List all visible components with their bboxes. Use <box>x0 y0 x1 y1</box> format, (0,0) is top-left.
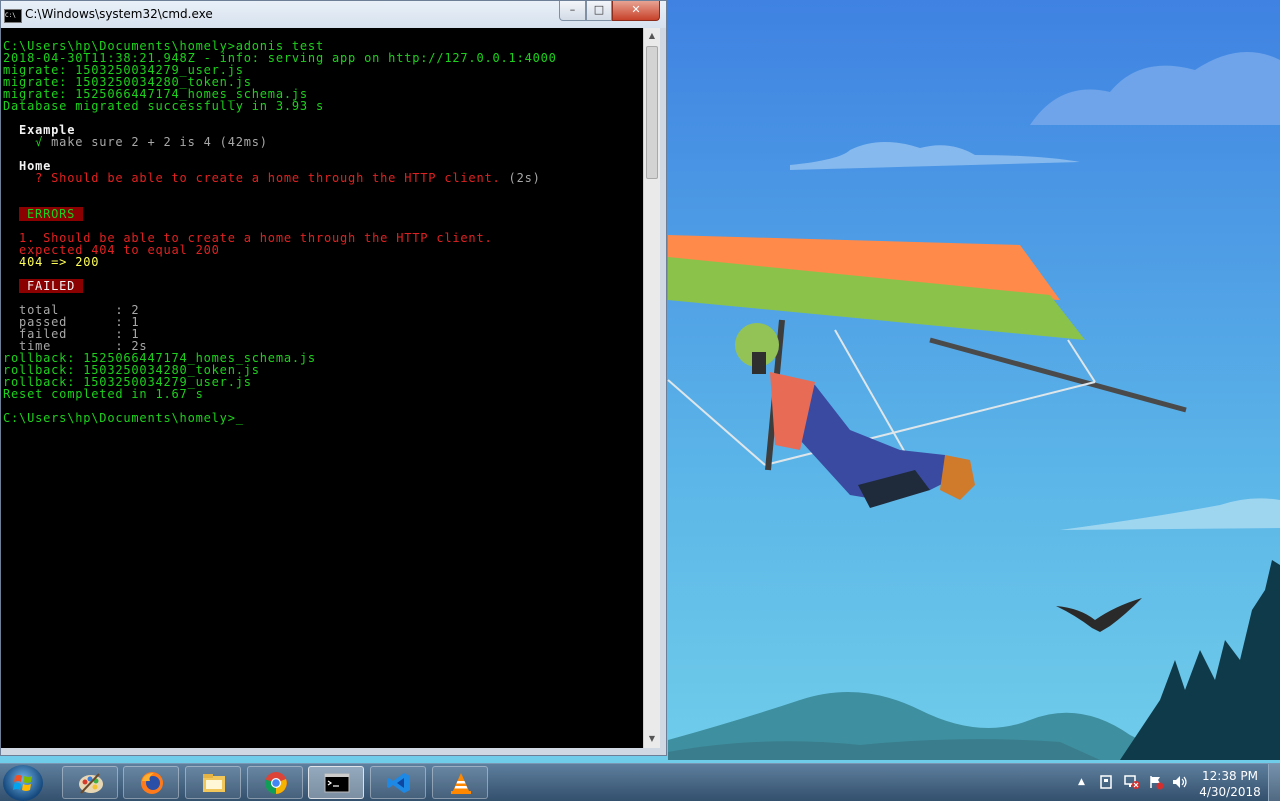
console-line: Reset completed in 1.67 s <box>3 387 204 401</box>
test-duration: (2s) <box>500 171 541 185</box>
console-output[interactable]: C:\Users\hp\Documents\homely>adonis test… <box>1 28 643 748</box>
scroll-thumb[interactable] <box>646 46 658 179</box>
title-bar[interactable]: C:\ C:\Windows\system32\cmd.exe – □ ✕ <box>1 1 666 28</box>
failed-badge: FAILED <box>19 279 84 293</box>
taskbar: ▲ 12:38 PM 4/30/2018 <box>0 763 1280 801</box>
show-desktop-button[interactable] <box>1268 764 1280 801</box>
action-center-icon[interactable] <box>1098 774 1114 790</box>
firefox-icon <box>141 772 163 794</box>
taskbar-chrome[interactable] <box>247 766 303 799</box>
scroll-down-icon[interactable]: ▼ <box>644 731 660 747</box>
chrome-icon <box>264 772 287 795</box>
console-line: Database migrated successfully in 3.93 s <box>3 99 324 113</box>
clock-time: 12:38 PM <box>1202 769 1258 783</box>
clock-date: 4/30/2018 <box>1199 785 1261 799</box>
taskbar-vlc[interactable] <box>432 766 488 799</box>
file-explorer-icon <box>203 774 225 792</box>
flag-icon[interactable] <box>1148 774 1164 790</box>
maximize-button[interactable]: □ <box>586 1 612 21</box>
paint-icon <box>79 773 103 794</box>
window-title: C:\Windows\system32\cmd.exe <box>25 7 213 21</box>
test-name: ? Should be able to create a home throug… <box>3 171 501 185</box>
start-button[interactable] <box>3 765 43 801</box>
vlc-icon <box>451 773 471 794</box>
test-passed-line: √ make sure 2 + 2 is 4 (42ms) <box>3 136 268 148</box>
cmd-icon[interactable]: C:\ <box>4 9 22 23</box>
close-button[interactable]: ✕ <box>612 1 660 21</box>
taskbar-vscode[interactable] <box>370 766 426 799</box>
taskbar-clock[interactable]: 12:38 PM 4/30/2018 <box>1198 768 1262 800</box>
cmd-icon <box>324 773 350 793</box>
volume-icon[interactable] <box>1171 774 1189 790</box>
taskbar-firefox[interactable] <box>123 766 179 799</box>
test-failed-line: ? Should be able to create a home throug… <box>3 172 541 184</box>
scroll-up-icon[interactable]: ▲ <box>644 28 660 44</box>
taskbar-file-explorer[interactable] <box>185 766 241 799</box>
test-name: make sure 2 + 2 is 4 (42ms) <box>51 135 268 149</box>
error-diff: 404 => 200 <box>3 255 100 269</box>
vscode-icon <box>387 773 410 793</box>
command-prompt[interactable]: C:\Users\hp\Documents\homely>_ <box>3 412 244 424</box>
errors-badge: ERRORS <box>19 207 84 221</box>
cmd-window[interactable]: C:\ C:\Windows\system32\cmd.exe – □ ✕ C:… <box>0 0 667 756</box>
minimize-button[interactable]: – <box>559 1 586 21</box>
vertical-scrollbar[interactable]: ▲ ▼ <box>643 28 660 748</box>
windows-logo-icon <box>13 775 32 791</box>
show-hidden-icons-button[interactable]: ▲ <box>1078 777 1085 787</box>
network-icon[interactable] <box>1123 774 1141 790</box>
check-icon: √ <box>3 135 52 149</box>
taskbar-paint[interactable] <box>62 766 118 799</box>
taskbar-cmd[interactable] <box>308 766 364 799</box>
